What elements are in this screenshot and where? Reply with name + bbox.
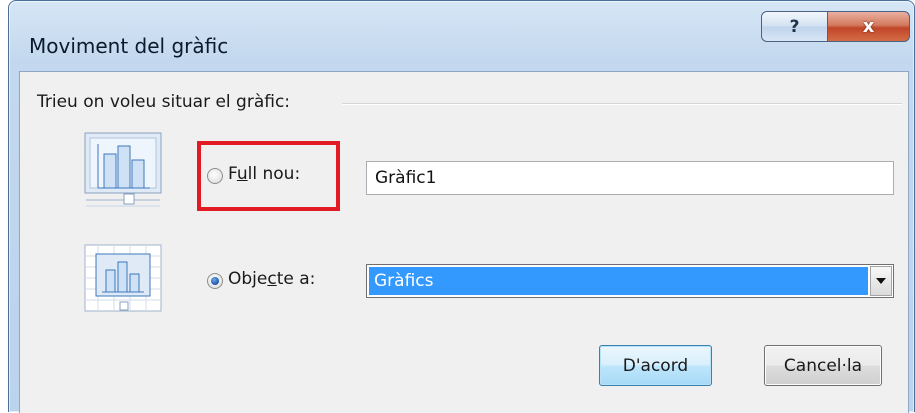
combobox-dropdown-button[interactable]	[870, 266, 892, 296]
dialog-title: Moviment del gràfic	[29, 34, 229, 58]
group-label: Trieu on voleu situar el gràfic:	[37, 92, 291, 112]
cancel-button[interactable]: Cancel·la	[764, 345, 882, 386]
dialog-body: Trieu on voleu situar el gràfic: Full no…	[19, 71, 909, 413]
help-icon: ?	[789, 16, 800, 37]
object-in-radio[interactable]	[207, 273, 223, 289]
chart-new-sheet-icon	[84, 132, 162, 207]
object-sheet-combobox[interactable]: Gràfics	[366, 264, 894, 298]
object-in-label[interactable]: Objecte a:	[228, 269, 315, 289]
move-chart-dialog: Moviment del gràfic ? x Trieu on voleu s…	[8, 0, 915, 413]
new-sheet-name-input[interactable]	[366, 161, 894, 195]
highlight-annotation-box	[197, 141, 340, 211]
title-bar[interactable]: Moviment del gràfic ? x	[9, 1, 914, 71]
help-button[interactable]: ?	[761, 11, 828, 42]
close-button[interactable]: x	[827, 11, 910, 42]
combobox-selected-value[interactable]: Gràfics	[369, 267, 868, 295]
chart-in-sheet-icon	[84, 244, 162, 312]
chevron-down-icon	[876, 278, 886, 284]
close-icon: x	[862, 16, 875, 37]
ok-button[interactable]: D'acord	[599, 345, 712, 386]
group-divider	[342, 103, 902, 105]
